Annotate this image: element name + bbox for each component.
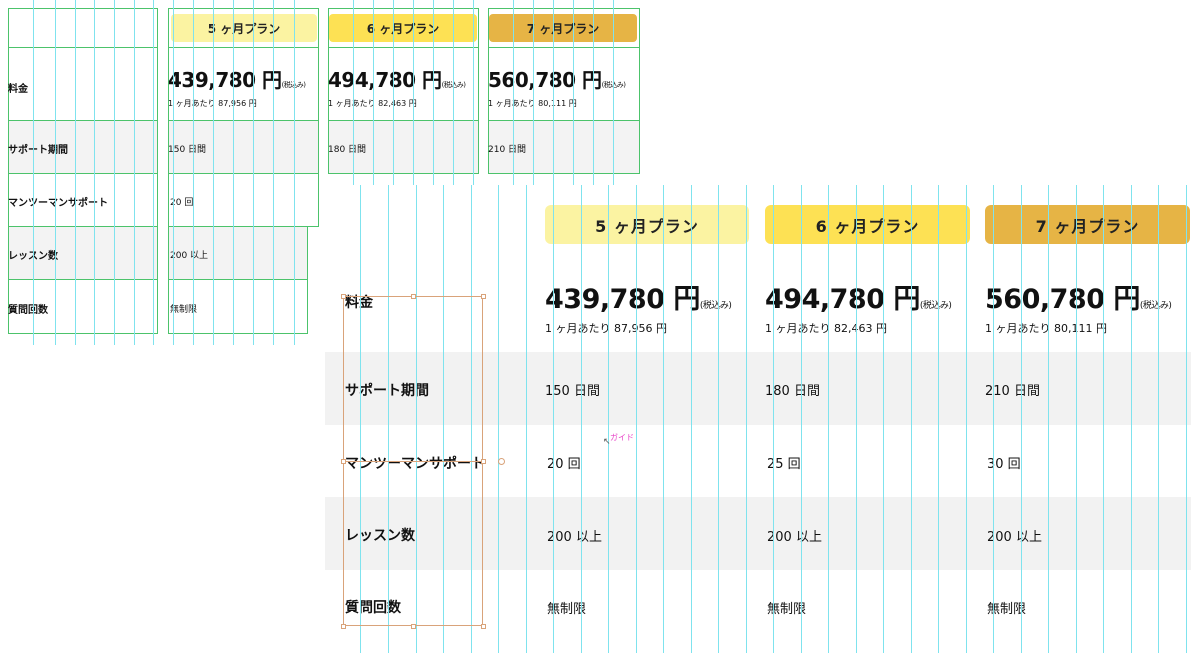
guide-line (746, 185, 747, 653)
small-support-7: 210 日間 (488, 145, 527, 155)
guide-line (213, 0, 214, 345)
guide-line (691, 185, 692, 653)
resize-handle-mid-left[interactable] (341, 459, 346, 464)
rotate-handle[interactable] (498, 458, 505, 465)
resize-handle-top-center[interactable] (411, 294, 416, 299)
small-price-7: 560,780 円(税込み) (488, 68, 626, 92)
guide-line (114, 0, 115, 345)
guide-line (883, 185, 884, 653)
guide-line (1131, 185, 1132, 653)
guide-line (233, 0, 234, 345)
guide-tooltip: ガイド (610, 433, 634, 442)
guide-line (1076, 185, 1077, 653)
guide-line (938, 185, 939, 653)
guide-line (273, 0, 274, 345)
price-5-months: 439,780 円(税込み) (545, 284, 732, 315)
guide-line (33, 0, 34, 345)
guide-line (773, 185, 774, 653)
small-support-6: 180 日間 (328, 145, 367, 155)
resize-handle-mid-right[interactable] (481, 459, 486, 464)
small-plan-badge-6: 6 ヶ月プラン (329, 14, 477, 42)
resize-handle-bottom-center[interactable] (411, 624, 416, 629)
guide-line (75, 0, 76, 345)
guide-line (498, 185, 499, 653)
guide-line (134, 0, 135, 345)
lessons-6-months: 200 以上 (767, 530, 822, 545)
per-month-5-months: 1 ヶ月あたり 87,956 円 (545, 322, 667, 335)
plan-badge-7-months: 7 ヶ月プラン (985, 205, 1190, 244)
small-row-questions: 質問回数 無制限 (8, 280, 308, 334)
price-6-months: 494,780 円(税込み) (765, 284, 952, 315)
guide-line (1103, 185, 1104, 653)
per-month-6-months: 1 ヶ月あたり 82,463 円 (765, 322, 887, 335)
guide-line (718, 185, 719, 653)
plan-badge-6-months: 6 ヶ月プラン (765, 205, 970, 244)
lessons-7-months: 200 以上 (987, 530, 1042, 545)
guide-line (55, 0, 56, 345)
small-plan-badge-7: 7 ヶ月プラン (489, 14, 637, 42)
guide-line (608, 185, 609, 653)
small-row-lessons: レッスン数 200 以上 (8, 227, 308, 280)
selection-divider (343, 461, 483, 462)
lessons-5-months: 200 以上 (547, 530, 602, 545)
price-7-months: 560,780 円(税込み) (985, 284, 1172, 315)
small-row-price: 料金 439,780 円(税込み) 494,780 円(税込み) 560,780… (8, 48, 640, 121)
guide-line (581, 185, 582, 653)
guide-line (294, 0, 295, 345)
guide-line (173, 0, 174, 345)
small-label-one-on-one: マンツーマンサポート (8, 198, 108, 209)
guide-line (253, 0, 254, 345)
guide-line (1021, 185, 1022, 653)
guide-line (1048, 185, 1049, 653)
resize-handle-bottom-left[interactable] (341, 624, 346, 629)
small-header-empty (8, 8, 158, 48)
small-price-6: 494,780 円(税込み) (328, 68, 466, 92)
guide-line (94, 0, 95, 345)
small-price-5: 439,780 円(税込み) (168, 68, 306, 92)
guide-line (828, 185, 829, 653)
guide-line (911, 185, 912, 653)
guide-line (526, 185, 527, 653)
guide-line (153, 0, 154, 345)
guide-line (966, 185, 967, 653)
guide-line (636, 185, 637, 653)
guide-line (856, 185, 857, 653)
resize-handle-top-left[interactable] (341, 294, 346, 299)
guide-line (663, 185, 664, 653)
small-label-questions: 質問回数 (8, 305, 48, 316)
small-label-price: 料金 (8, 84, 28, 95)
resize-handle-bottom-right[interactable] (481, 624, 486, 629)
per-month-7-months: 1 ヶ月あたり 80,111 円 (985, 322, 1107, 335)
small-lessons-5: 200 以上 (170, 251, 209, 261)
resize-handle-top-right[interactable] (481, 294, 486, 299)
guide-line (553, 185, 554, 653)
guide-line (1158, 185, 1159, 653)
guide-line (1186, 185, 1187, 653)
guide-line (993, 185, 994, 653)
guide-line (193, 0, 194, 345)
small-label-support-period: サポート期間 (8, 145, 68, 156)
small-row-support-period: サポート期間 150 日間 180 日間 210 日間 (8, 121, 640, 174)
guide-line (801, 185, 802, 653)
